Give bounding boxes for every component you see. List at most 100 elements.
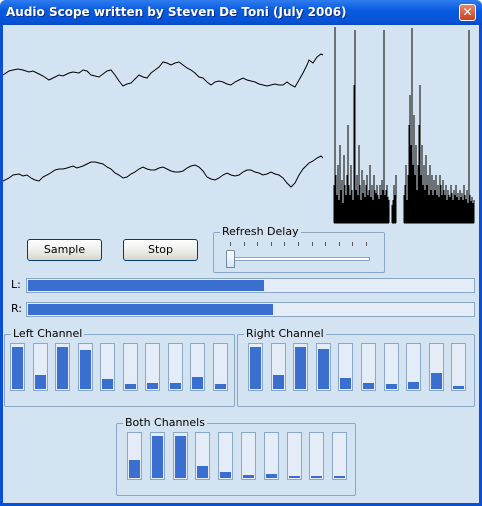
band-meter (315, 343, 331, 391)
band-meter (127, 432, 142, 480)
band-meter-fill (220, 472, 232, 478)
band-meter (55, 343, 70, 391)
left-level-label: L: (11, 278, 21, 291)
left-channel-bands (10, 343, 230, 393)
band-meter (32, 343, 48, 391)
band-meter-fill (430, 373, 442, 389)
band-meter (10, 343, 25, 391)
band-meter (77, 343, 93, 391)
stop-button[interactable]: Stop (123, 239, 198, 261)
band-meter-fill (79, 350, 91, 389)
left-level-meter (26, 278, 475, 293)
band-meter-fill (363, 383, 374, 389)
slider-tick (257, 242, 259, 246)
band-meter (218, 432, 234, 480)
band-meter-fill (34, 375, 46, 389)
band-meter-fill (250, 347, 261, 389)
band-meter (145, 343, 160, 391)
band-meter (451, 343, 467, 391)
waveform-scope (3, 25, 327, 203)
band-meter (248, 343, 263, 391)
band-meter-fill (147, 383, 158, 389)
band-meter (361, 343, 376, 391)
band-meter-fill (169, 383, 181, 389)
title-bar[interactable]: Audio Scope written by Steven De Toni (J… (0, 0, 482, 25)
window-title: Audio Scope written by Steven De Toni (J… (6, 5, 347, 19)
band-meter-fill (151, 436, 163, 478)
band-meter-fill (124, 384, 136, 389)
band-meter-fill (197, 466, 209, 478)
band-meter-fill (340, 378, 352, 389)
band-meter-fill (102, 379, 113, 389)
waveform-left-trace (3, 53, 324, 88)
app-window: Audio Scope written by Steven De Toni (J… (0, 0, 482, 506)
band-meter-fill (192, 377, 203, 389)
slider-track (226, 257, 370, 261)
band-meter-fill (295, 347, 307, 389)
band-meter (332, 432, 348, 480)
band-meter-fill (129, 460, 140, 478)
band-meter (149, 432, 165, 480)
left-channel-group: Left Channel (4, 327, 235, 407)
band-meter (428, 343, 444, 391)
band-meter (406, 343, 422, 391)
band-meter (293, 343, 309, 391)
both-channels-label: Both Channels (123, 416, 207, 429)
right-level-meter (26, 302, 475, 317)
slider-tick (270, 242, 272, 246)
band-meter (122, 343, 138, 391)
left-channel-label: Left Channel (11, 327, 85, 340)
band-meter-fill (453, 386, 465, 389)
band-meter-fill (12, 347, 23, 389)
band-meter-fill (265, 474, 277, 478)
right-channel-bands (248, 343, 472, 393)
band-meter-fill (174, 436, 186, 478)
slider-tick (338, 242, 340, 246)
band-meter (195, 432, 211, 480)
spectrum-plot (333, 27, 475, 224)
slider-tick (284, 242, 286, 246)
band-meter (338, 343, 354, 391)
band-meter-fill (334, 476, 346, 478)
slider-thumb[interactable] (226, 250, 235, 268)
band-meter (286, 432, 302, 480)
both-channels-bands (127, 432, 353, 482)
band-meter (263, 432, 279, 480)
slider-ticks (222, 242, 374, 248)
right-level-fill (28, 304, 273, 315)
refresh-delay-label: Refresh Delay (220, 225, 301, 238)
slider-tick (352, 242, 354, 246)
sample-button[interactable]: Sample (27, 239, 102, 261)
band-meter (270, 343, 286, 391)
slider-tick (366, 242, 367, 246)
waveform-right-trace (3, 155, 324, 188)
band-meter-fill (317, 349, 329, 389)
band-meter-fill (385, 384, 397, 389)
client-area: Sample Stop Refresh Delay L: R: Left Cha… (3, 25, 479, 503)
band-meter-fill (272, 375, 284, 389)
right-channel-group: Right Channel (237, 327, 475, 407)
band-meter-fill (243, 475, 254, 478)
band-meter (309, 432, 325, 480)
band-meter (241, 432, 256, 480)
band-meter (383, 343, 399, 391)
close-button[interactable]: ✕ (459, 4, 476, 21)
band-meter-fill (311, 476, 323, 478)
spectrum-spikes (333, 27, 475, 224)
band-meter (167, 343, 183, 391)
band-meter (212, 343, 228, 391)
slider-tick (243, 242, 245, 246)
right-channel-label: Right Channel (244, 327, 326, 340)
both-channels-group: Both Channels (116, 416, 356, 496)
slider-tick (311, 242, 313, 246)
band-meter-fill (408, 382, 420, 389)
band-meter (190, 343, 205, 391)
band-meter-fill (288, 476, 300, 478)
band-meter-fill (57, 347, 68, 389)
slider-tick (298, 242, 299, 246)
slider-tick (230, 242, 231, 246)
refresh-delay-slider[interactable] (222, 242, 374, 270)
right-level-label: R: (11, 302, 23, 315)
band-meter-fill (214, 384, 226, 389)
left-level-fill (28, 280, 264, 291)
